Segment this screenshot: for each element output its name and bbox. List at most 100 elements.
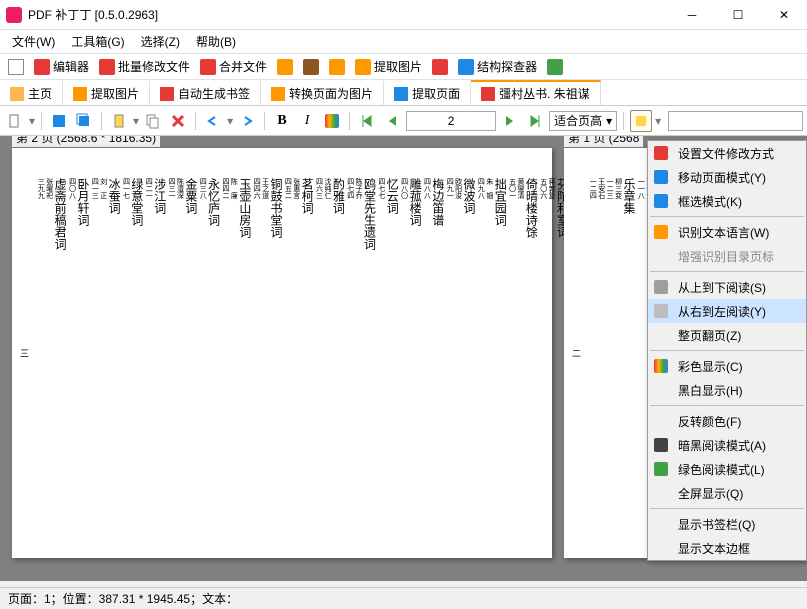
bold-button[interactable]: B	[271, 110, 293, 132]
tab-2[interactable]: 自动生成书签	[150, 80, 261, 105]
menu-item-14[interactable]: 反转颜色(F)	[648, 409, 806, 433]
tab-icon	[160, 87, 174, 101]
text-column: 雕菰楼词四八〇	[399, 178, 422, 528]
dropdown-arrow-icon-2[interactable]: ▾	[133, 114, 139, 128]
copy-button[interactable]	[142, 110, 164, 132]
delete-button[interactable]	[167, 110, 189, 132]
search-input[interactable]	[668, 111, 803, 131]
text-column: 金粟词陈澧深四三一	[167, 178, 198, 528]
merge-button[interactable]: 合并文件	[196, 56, 271, 77]
batch-button[interactable]: 批量修改文件	[95, 56, 194, 77]
tab-0[interactable]: 主页	[0, 80, 63, 105]
tab-5[interactable]: 彊村丛书. 朱祖谋	[471, 80, 601, 105]
first-page-button[interactable]	[356, 110, 378, 132]
next-page-button[interactable]	[499, 110, 521, 132]
structure-button[interactable]: 结构探查器	[454, 56, 541, 77]
context-menu: 设置文件修改方式移动页面模式(Y)框选模式(K)识别文本语言(W)增强识别目录页…	[647, 140, 807, 561]
new-button[interactable]	[4, 110, 26, 132]
menu-toolbox[interactable]: 工具箱(G)	[63, 31, 132, 52]
tab-icon	[73, 87, 87, 101]
tool-button-3[interactable]	[428, 57, 452, 77]
menu-item-1[interactable]: 移动页面模式(Y)	[648, 165, 806, 189]
save-button[interactable]	[48, 110, 70, 132]
tool-button-2[interactable]	[325, 57, 349, 77]
text-column: 永忆庐词四三八	[198, 178, 221, 528]
ocr-button[interactable]	[273, 57, 297, 77]
menu-select[interactable]: 选择(Z)	[133, 31, 188, 52]
tab-icon	[10, 87, 24, 101]
menu-icon	[652, 326, 670, 344]
menu-icon	[652, 381, 670, 399]
menu-item-17[interactable]: 全屏显示(Q)	[648, 481, 806, 505]
dropdown-arrow-icon-4[interactable]: ▾	[655, 114, 661, 128]
menu-item-15[interactable]: 暗黑阅读模式(A)	[648, 433, 806, 457]
titlebar: PDF 补丁丁 [0.5.0.2963] ─ ☐ ✕	[0, 0, 807, 30]
text-column: 鸥堂先生遗词陈子乔四七四	[345, 178, 376, 528]
menu-item-0[interactable]: 设置文件修改方式	[648, 141, 806, 165]
redo-button[interactable]	[236, 110, 258, 132]
text-column: 拙宜园词朱 钿四九八	[476, 178, 507, 528]
menu-item-16[interactable]: 绿色阅读模式(L)	[648, 457, 806, 481]
tab-icon	[394, 87, 408, 101]
prev-page-button[interactable]	[381, 110, 403, 132]
text-column: 绿意堂词四一七	[121, 178, 144, 528]
zoom-select[interactable]: 适合页高▾	[549, 111, 617, 131]
save-all-button[interactable]	[73, 110, 95, 132]
tab-strip: 主页提取图片自动生成书签转换页面为图片提取页面彊村丛书. 朱祖谋	[0, 80, 807, 106]
tab-label: 主页	[28, 85, 52, 102]
tab-1[interactable]: 提取图片	[63, 80, 150, 105]
page-2-label: 第 2 页 (2568.6 * 1816.35)	[12, 136, 160, 147]
statusbar: 页面：1；位置：387.31 * 1945.45；文本：	[0, 587, 807, 609]
main-toolbar: 编辑器 批量修改文件 合并文件 提取图片 结构探查器	[0, 54, 807, 80]
text-column: 酌雅词沈纯仁四六三	[314, 178, 345, 528]
menu-label: 绿色阅读模式(L)	[678, 461, 765, 478]
undo-button[interactable]	[202, 110, 224, 132]
batch-label: 批量修改文件	[118, 58, 190, 75]
menu-label: 全屏显示(Q)	[678, 485, 743, 502]
tool-button-4[interactable]	[543, 57, 567, 77]
menu-help[interactable]: 帮助(B)	[188, 31, 244, 52]
menu-item-4[interactable]: 识别文本语言(W)	[648, 220, 806, 244]
maximize-button[interactable]: ☐	[715, 0, 761, 30]
menu-item-12[interactable]: 黑白显示(H)	[648, 378, 806, 402]
menubar: 文件(W) 工具箱(G) 选择(Z) 帮助(B)	[0, 30, 807, 54]
dropdown-arrow-icon[interactable]: ▾	[29, 114, 35, 128]
menu-label: 黑白显示(H)	[678, 382, 743, 399]
tab-icon	[481, 87, 495, 101]
tab-3[interactable]: 转换页面为图片	[261, 80, 384, 105]
menu-icon	[652, 436, 670, 454]
menu-item-9[interactable]: 整页翻页(Z)	[648, 323, 806, 347]
close-button[interactable]: ✕	[761, 0, 807, 30]
tab-4[interactable]: 提取页面	[384, 80, 471, 105]
menu-item-11[interactable]: 彩色显示(C)	[648, 354, 806, 378]
italic-button[interactable]: I	[296, 110, 318, 132]
color-button[interactable]	[321, 110, 343, 132]
menu-item-20[interactable]: 显示文本边框	[648, 536, 806, 560]
page-side-number: 二	[570, 349, 583, 358]
menu-item-7[interactable]: 从上到下阅读(S)	[648, 275, 806, 299]
menu-icon	[652, 412, 670, 430]
menu-label: 识别文本语言(W)	[678, 224, 769, 241]
page-input[interactable]	[406, 111, 496, 131]
window-title: PDF 补丁丁 [0.5.0.2963]	[28, 6, 669, 23]
zoom-label: 适合页高	[554, 112, 602, 129]
text-column: 王安石一二四	[588, 178, 605, 528]
insert-button[interactable]	[108, 110, 130, 132]
dropdown-arrow-icon-3[interactable]: ▾	[227, 114, 233, 128]
editor-button[interactable]: 编辑器	[30, 56, 93, 77]
menu-item-19[interactable]: 显示书签栏(Q)	[648, 512, 806, 536]
merge-label: 合并文件	[219, 58, 267, 75]
menu-item-8[interactable]: 从右到左阅读(Y)	[648, 299, 806, 323]
menu-item-2[interactable]: 框选模式(K)	[648, 189, 806, 213]
menu-label: 反转颜色(F)	[678, 413, 741, 430]
check-button[interactable]	[4, 57, 28, 77]
menu-file[interactable]: 文件(W)	[4, 31, 63, 52]
minimize-button[interactable]: ─	[669, 0, 715, 30]
extract-img-button[interactable]: 提取图片	[351, 56, 426, 77]
tool-button-1[interactable]	[299, 57, 323, 77]
menu-label: 设置文件修改方式	[678, 145, 774, 162]
options-button[interactable]	[630, 110, 652, 132]
last-page-button[interactable]	[524, 110, 546, 132]
tab-icon	[271, 87, 285, 101]
menu-label: 显示文本边框	[678, 540, 750, 557]
